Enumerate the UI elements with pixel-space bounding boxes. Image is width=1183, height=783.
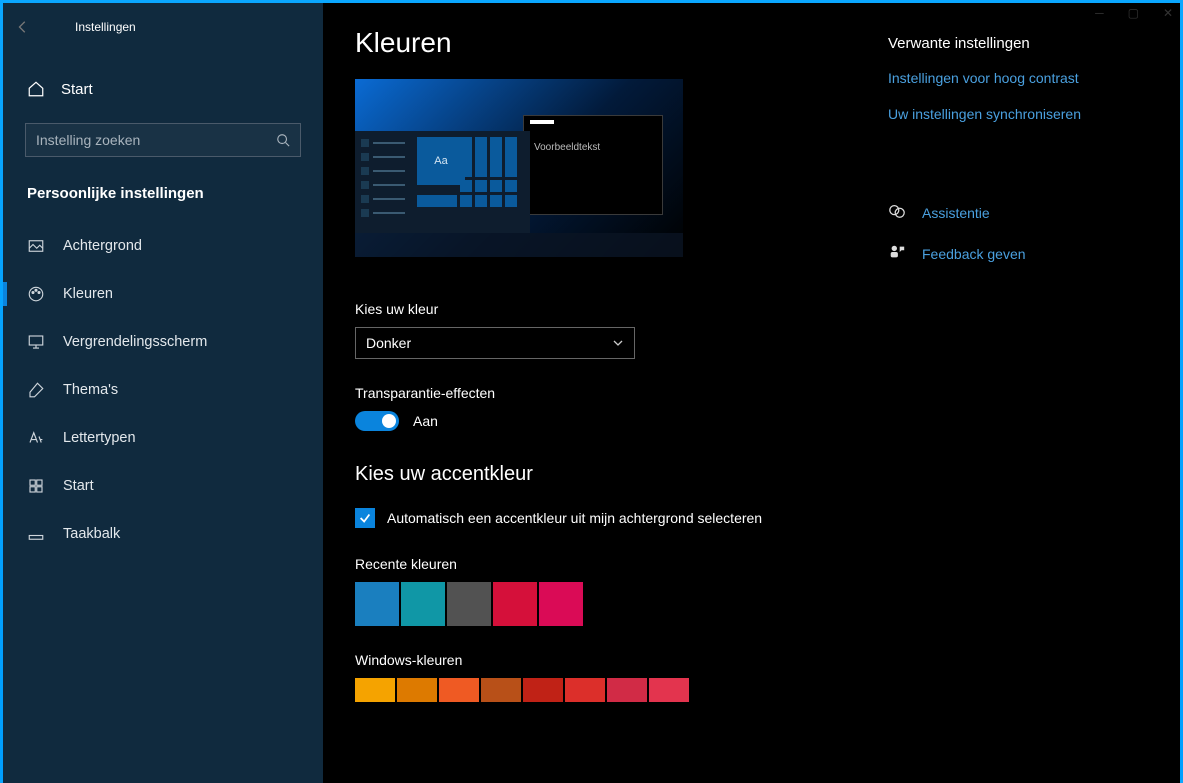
transparency-toggle[interactable] bbox=[355, 411, 399, 431]
color-swatch[interactable] bbox=[565, 678, 605, 702]
color-swatch[interactable] bbox=[355, 582, 399, 626]
color-swatch[interactable] bbox=[539, 582, 583, 626]
link-sync-settings[interactable]: Uw instellingen synchroniseren bbox=[888, 106, 1148, 122]
help-icon bbox=[888, 202, 906, 223]
link-feedback[interactable]: Feedback geven bbox=[888, 243, 1148, 264]
auto-accent-label: Automatisch een accentkleur uit mijn ach… bbox=[387, 510, 762, 526]
back-button[interactable] bbox=[3, 20, 43, 34]
preview-start-menu: Aa bbox=[355, 131, 530, 233]
minimize-button[interactable]: ─ bbox=[1095, 6, 1104, 20]
windows-colors-row bbox=[355, 678, 860, 702]
sidebar-item-label: Taakbalk bbox=[63, 526, 120, 542]
sidebar-item-label: Start bbox=[63, 478, 94, 494]
related-heading: Verwante instellingen bbox=[888, 35, 1148, 52]
content-area: Kleuren Voorbeeldtekst bbox=[323, 3, 1180, 783]
recent-colors-row bbox=[355, 582, 860, 626]
link-help[interactable]: Assistentie bbox=[888, 202, 1148, 223]
color-swatch[interactable] bbox=[355, 678, 395, 702]
preview-window: Voorbeeldtekst bbox=[523, 115, 663, 215]
theme-preview: Voorbeeldtekst Aa bbox=[355, 79, 683, 257]
sidebar-item-lockscreen[interactable]: Vergrendelingsscherm bbox=[3, 318, 323, 366]
sidebar-item-label: Lettertypen bbox=[63, 430, 136, 446]
taskbar-icon bbox=[27, 525, 45, 543]
sidebar-item-background[interactable]: Achtergrond bbox=[3, 222, 323, 270]
titlebar: Instellingen bbox=[3, 11, 323, 43]
search-box[interactable] bbox=[25, 123, 301, 157]
color-swatch[interactable] bbox=[523, 678, 563, 702]
palette-icon bbox=[27, 285, 45, 303]
sidebar-item-label: Vergrendelingsscherm bbox=[63, 334, 207, 350]
preview-sample-text: Voorbeeldtekst bbox=[534, 142, 662, 153]
color-swatch[interactable] bbox=[397, 678, 437, 702]
help-label: Assistentie bbox=[922, 205, 990, 221]
fonts-icon bbox=[27, 429, 45, 447]
recent-colors-label: Recente kleuren bbox=[355, 556, 860, 572]
settings-window: Instellingen Start Persoonlijke instelli… bbox=[3, 3, 1180, 783]
color-swatch[interactable] bbox=[481, 678, 521, 702]
checkmark-icon bbox=[358, 511, 372, 525]
category-heading: Persoonlijke instellingen bbox=[27, 185, 299, 202]
sidebar-item-taskbar[interactable]: Taakbalk bbox=[3, 510, 323, 558]
sidebar-item-fonts[interactable]: Lettertypen bbox=[3, 414, 323, 462]
monitor-icon bbox=[27, 333, 45, 351]
related-column: Verwante instellingen Instellingen voor … bbox=[888, 27, 1148, 783]
feedback-icon bbox=[888, 243, 906, 264]
accent-heading: Kies uw accentkleur bbox=[355, 463, 860, 486]
main-column: Kleuren Voorbeeldtekst bbox=[355, 27, 860, 783]
sidebar-item-label: Thema's bbox=[63, 382, 118, 398]
auto-accent-checkbox[interactable] bbox=[355, 508, 375, 528]
sidebar-item-label: Kleuren bbox=[63, 286, 113, 302]
picture-icon bbox=[27, 237, 45, 255]
sidebar-item-colors[interactable]: Kleuren bbox=[3, 270, 323, 318]
color-swatch[interactable] bbox=[447, 582, 491, 626]
sidebar: Instellingen Start Persoonlijke instelli… bbox=[3, 3, 323, 783]
window-controls: ─ ▢ ✕ bbox=[1095, 6, 1173, 20]
sidebar-item-start[interactable]: Start bbox=[3, 462, 323, 510]
window-title: Instellingen bbox=[75, 20, 136, 34]
link-high-contrast[interactable]: Instellingen voor hoog contrast bbox=[888, 70, 1148, 86]
search-icon bbox=[276, 133, 290, 147]
feedback-label: Feedback geven bbox=[922, 246, 1026, 262]
sidebar-item-label: Achtergrond bbox=[63, 238, 142, 254]
home-label: Start bbox=[61, 81, 93, 98]
color-swatch[interactable] bbox=[649, 678, 689, 702]
search-input[interactable] bbox=[36, 132, 276, 148]
color-swatch[interactable] bbox=[493, 582, 537, 626]
preview-aa-tile: Aa bbox=[417, 137, 465, 185]
transparency-label: Transparantie-effecten bbox=[355, 385, 860, 401]
color-swatch[interactable] bbox=[439, 678, 479, 702]
color-mode-dropdown[interactable]: Donker bbox=[355, 327, 635, 359]
color-swatch[interactable] bbox=[607, 678, 647, 702]
close-button[interactable]: ✕ bbox=[1163, 6, 1173, 20]
home-icon bbox=[27, 80, 45, 98]
page-title: Kleuren bbox=[355, 27, 860, 59]
home-button[interactable]: Start bbox=[3, 67, 323, 111]
color-mode-value: Donker bbox=[366, 335, 411, 351]
nav-list: Achtergrond Kleuren Vergrendelingsscherm… bbox=[3, 222, 323, 558]
chevron-down-icon bbox=[612, 337, 624, 349]
maximize-button[interactable]: ▢ bbox=[1128, 6, 1139, 20]
transparency-state: Aan bbox=[413, 413, 438, 429]
windows-colors-label: Windows-kleuren bbox=[355, 652, 860, 668]
color-swatch[interactable] bbox=[401, 582, 445, 626]
brush-icon bbox=[27, 381, 45, 399]
sidebar-item-themes[interactable]: Thema's bbox=[3, 366, 323, 414]
grid-icon bbox=[27, 477, 45, 495]
choose-color-label: Kies uw kleur bbox=[355, 301, 860, 317]
